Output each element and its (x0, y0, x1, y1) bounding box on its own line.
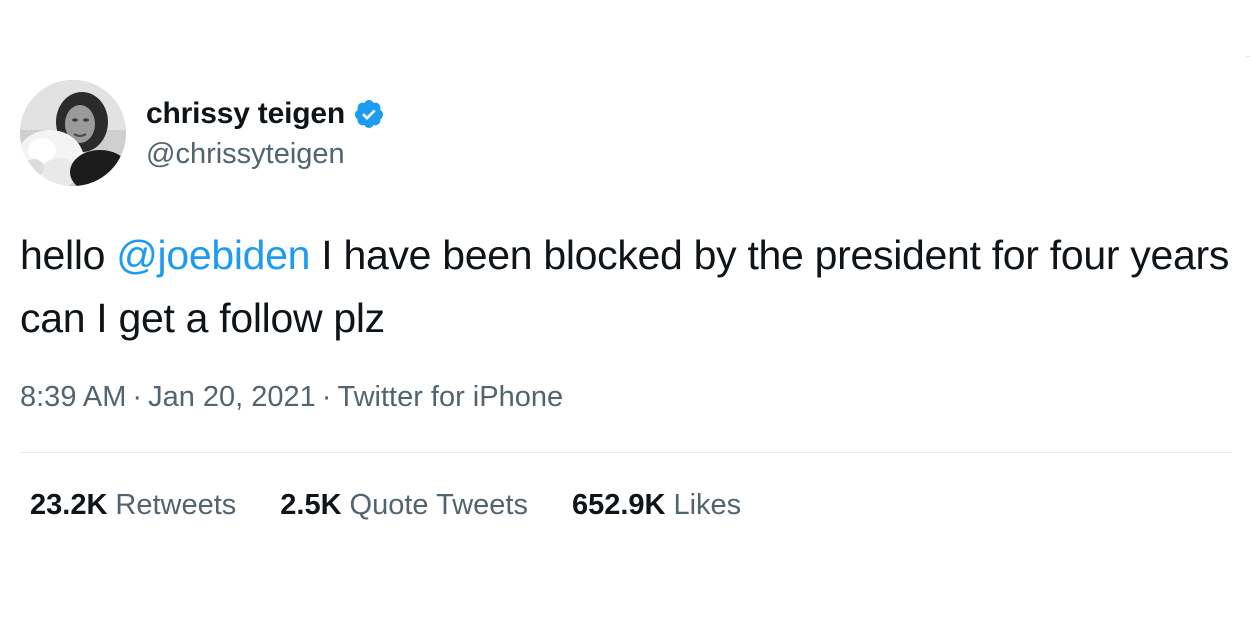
tweet-text: hello @joebiden I have been blocked by t… (20, 224, 1230, 350)
avatar-photo (20, 80, 126, 186)
edge-mark (1246, 56, 1250, 57)
tweet-stats: 23.2K Retweets 2.5K Quote Tweets 652.9K Lik… (30, 489, 741, 522)
avatar[interactable] (20, 80, 126, 186)
retweets-count: 23.2K (30, 489, 108, 521)
quote-tweets-label: Quote Tweets (349, 489, 528, 521)
retweets-label: Retweets (115, 489, 237, 521)
tweet-date[interactable]: Jan 20, 2021 (148, 381, 316, 413)
likes-label: Likes (673, 489, 742, 521)
tweet-card: chrissy teigen @chrissyteigen hello @joe… (0, 0, 1250, 625)
display-name[interactable]: chrissy teigen (146, 97, 345, 131)
tweet-source[interactable]: Twitter for iPhone (337, 381, 563, 413)
verified-badge-icon (353, 98, 385, 130)
quote-tweets-stat[interactable]: 2.5K Quote Tweets (280, 489, 528, 522)
tweet-text-start: hello (20, 232, 117, 278)
user-handle[interactable]: @chrissyteigen (146, 138, 345, 171)
tweet-meta: 8:39 AM · Jan 20, 2021 · Twitter for iPhone (20, 381, 563, 414)
retweets-stat[interactable]: 23.2K Retweets (30, 489, 236, 522)
mention-link[interactable]: @joebiden (116, 232, 310, 278)
likes-count: 652.9K (571, 489, 666, 521)
meta-separator: · (321, 381, 332, 413)
likes-stat[interactable]: 652.9K Likes (572, 489, 741, 522)
quote-tweets-count: 2.5K (280, 489, 342, 521)
tweet-time[interactable]: 8:39 AM (20, 381, 126, 413)
divider (20, 452, 1232, 453)
meta-separator: · (132, 381, 143, 413)
display-name-row[interactable]: chrissy teigen (146, 96, 385, 132)
